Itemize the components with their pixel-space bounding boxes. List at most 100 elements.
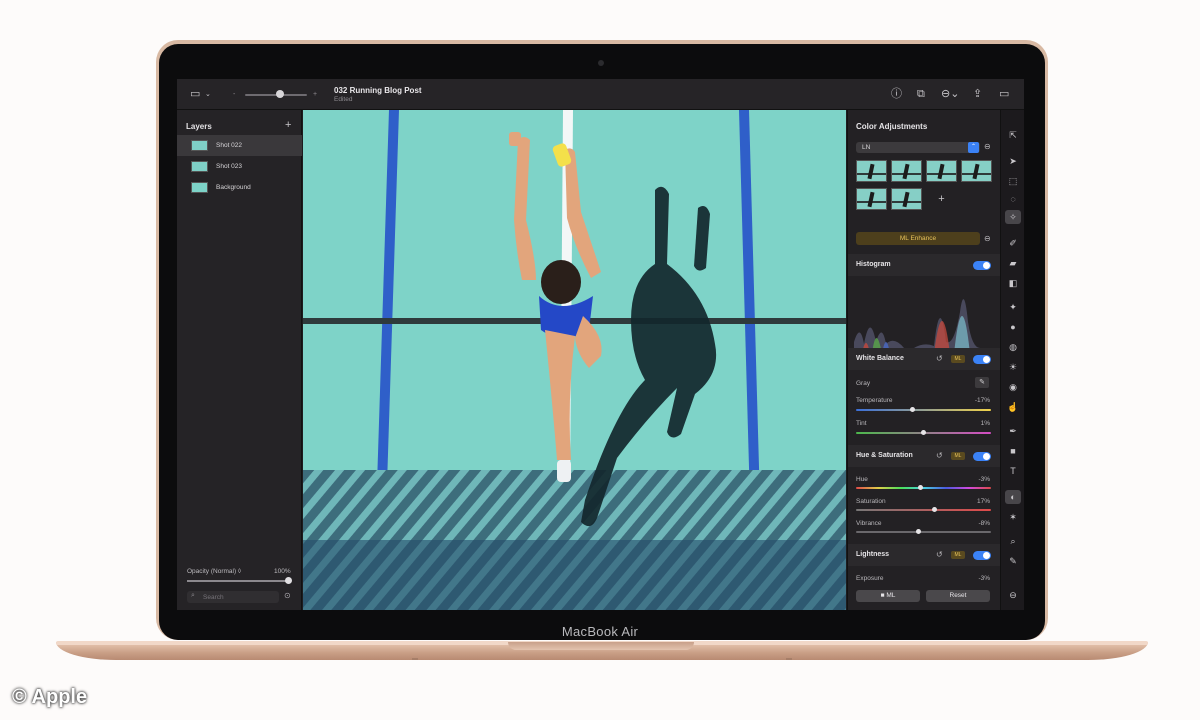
zoom-icon[interactable]: ⌕ <box>1005 534 1021 548</box>
tint-label: Tint <box>856 420 867 427</box>
revert-icon[interactable]: ↺ <box>936 354 943 363</box>
saturation-slider[interactable] <box>856 509 991 511</box>
histogram-title: Histogram <box>856 261 891 268</box>
hue-value: -3% <box>978 476 990 483</box>
preset-thumbnail[interactable] <box>961 160 992 182</box>
hue-knob[interactable] <box>918 485 924 490</box>
sidebar-toggle-icon[interactable]: ▭ <box>190 88 200 101</box>
sponge-icon[interactable]: ◉ <box>1005 380 1021 394</box>
hue-saturation-toggle[interactable] <box>973 452 991 461</box>
vibrance-slider[interactable] <box>856 531 991 533</box>
zoom-slider-knob[interactable] <box>276 90 284 98</box>
burn-icon[interactable]: ● <box>1005 320 1021 334</box>
preset-value: LN <box>862 144 871 151</box>
clone-icon[interactable]: ✦ <box>1005 300 1021 314</box>
text-icon[interactable]: T <box>1005 464 1021 478</box>
vibrance-knob[interactable] <box>915 529 921 534</box>
rect-select-icon[interactable]: ⬚ <box>1005 174 1021 188</box>
chevron-updown-icon[interactable]: ⌃ <box>968 142 979 153</box>
reset-button[interactable]: Reset <box>926 590 990 602</box>
eyedropper-tool-icon[interactable]: ✎ <box>1005 554 1021 568</box>
hue-slider[interactable] <box>856 487 991 489</box>
opacity-slider-knob[interactable] <box>285 577 292 584</box>
filter-icon[interactable]: ⊙ <box>284 591 291 600</box>
zoom-out-icon[interactable]: - <box>233 88 235 101</box>
revert-icon[interactable]: ↺ <box>936 451 943 460</box>
preset-thumbnail[interactable] <box>856 188 887 210</box>
saturation-knob[interactable] <box>931 507 937 512</box>
revert-icon[interactable]: ↺ <box>936 550 943 559</box>
tint-knob[interactable] <box>921 430 926 435</box>
temperature-label: Temperature <box>856 397 893 404</box>
info-icon[interactable]: ⓘ <box>891 88 902 101</box>
more-options-icon[interactable]: ⊖⌄ <box>941 88 959 101</box>
more-tools-icon[interactable]: ⊖ <box>1005 588 1021 602</box>
temperature-value: -17% <box>974 397 990 404</box>
share-icon[interactable]: ⧉ <box>917 88 925 101</box>
add-layer-button[interactable]: + <box>285 119 291 131</box>
inspector-panel-icon[interactable]: ▭ <box>999 88 1009 101</box>
white-balance-header: White Balance ↺ ML <box>848 348 1000 370</box>
more-icon[interactable]: ⊖ <box>984 142 991 151</box>
temperature-slider[interactable] <box>856 409 991 411</box>
eyedropper-icon[interactable]: ✎ <box>975 377 989 388</box>
blur-icon[interactable]: ◍ <box>1005 340 1021 354</box>
bottom-shade <box>303 540 846 610</box>
layer-search-placeholder: Search <box>203 594 224 601</box>
arrange-icon[interactable]: ⇱ <box>1005 128 1021 142</box>
sun-icon[interactable]: ☀ <box>1005 360 1021 374</box>
white-balance-toggle[interactable] <box>973 355 991 364</box>
preset-select[interactable] <box>856 142 980 153</box>
opacity-value: 100% <box>274 568 291 575</box>
ml-badge[interactable]: ML <box>951 355 965 363</box>
temperature-knob[interactable] <box>910 407 916 412</box>
ml-badge[interactable]: ML <box>951 551 965 559</box>
chevron-down-icon[interactable]: ⌄ <box>205 88 211 101</box>
sparkle-icon[interactable]: ✶ <box>1005 510 1021 524</box>
preset-thumbnail[interactable] <box>856 160 887 182</box>
saturation-label: Saturation <box>856 498 886 505</box>
lightness-header: Lightness ↺ ML <box>848 544 1000 566</box>
preset-thumbnail[interactable] <box>891 160 922 182</box>
macbook-opening-notch <box>508 642 694 650</box>
macbook-foot <box>412 658 418 660</box>
preset-thumbnail[interactable] <box>926 160 957 182</box>
macbook-foot <box>786 658 792 660</box>
ml-badge[interactable]: ML <box>951 452 965 460</box>
eraser-icon[interactable]: ◧ <box>1005 276 1021 290</box>
pointer-icon[interactable]: ➤ <box>1005 154 1021 168</box>
layer-row-shot-022[interactable]: Shot 022 <box>177 135 302 156</box>
layer-row-shot-023[interactable]: Shot 023 <box>177 156 302 177</box>
hue-label: Hue <box>856 476 868 483</box>
color-adjust-icon[interactable]: ◐ <box>1005 490 1021 504</box>
layer-search-input[interactable] <box>187 591 279 603</box>
add-preset-button[interactable]: + <box>926 188 957 210</box>
smudge-icon[interactable]: ☝ <box>1005 400 1021 414</box>
histogram-toggle[interactable] <box>973 261 991 270</box>
document-title: 032 Running Blog Post <box>334 86 422 95</box>
magic-select-icon[interactable]: ✧ <box>1005 210 1021 224</box>
more-icon[interactable]: ⊖ <box>984 234 991 243</box>
opacity-label[interactable]: Opacity (Normal) ◊ <box>187 568 241 575</box>
vibrance-value: -8% <box>978 520 990 527</box>
ml-enhance-button[interactable]: ML Enhance <box>856 232 980 245</box>
brush-icon[interactable]: ✐ <box>1005 236 1021 250</box>
zoom-in-icon[interactable]: + <box>313 88 317 101</box>
ml-button[interactable]: ■ ML <box>856 590 920 602</box>
export-icon[interactable]: ⇪ <box>973 88 982 101</box>
layer-thumbnail <box>191 182 208 193</box>
histogram-header: Histogram <box>848 254 1000 276</box>
shape-icon[interactable]: ■ <box>1005 444 1021 458</box>
layer-row-background[interactable]: Background <box>177 177 302 198</box>
photo-canvas[interactable] <box>303 110 846 610</box>
fill-icon[interactable]: ▰ <box>1005 256 1021 270</box>
white-balance-title: White Balance <box>856 355 904 362</box>
toolbar: ▭ ⌄ - + 032 Running Blog Post Edited ⓘ ⧉… <box>177 79 1024 110</box>
preset-thumbnail[interactable] <box>891 188 922 210</box>
lasso-icon[interactable]: ◌ <box>1005 192 1021 206</box>
pen-icon[interactable]: ✒ <box>1005 424 1021 438</box>
lightness-toggle[interactable] <box>973 551 991 560</box>
opacity-slider[interactable] <box>187 580 290 582</box>
app-window: ▭ ⌄ - + 032 Running Blog Post Edited ⓘ ⧉… <box>177 79 1024 610</box>
tool-strip: ⇱ ➤ ⬚ ◌ ✧ ✐ ▰ ◧ ✦ ● ◍ ☀ ◉ ☝ ✒ ■ T ◐ ✶ ⌕ … <box>1000 110 1024 610</box>
